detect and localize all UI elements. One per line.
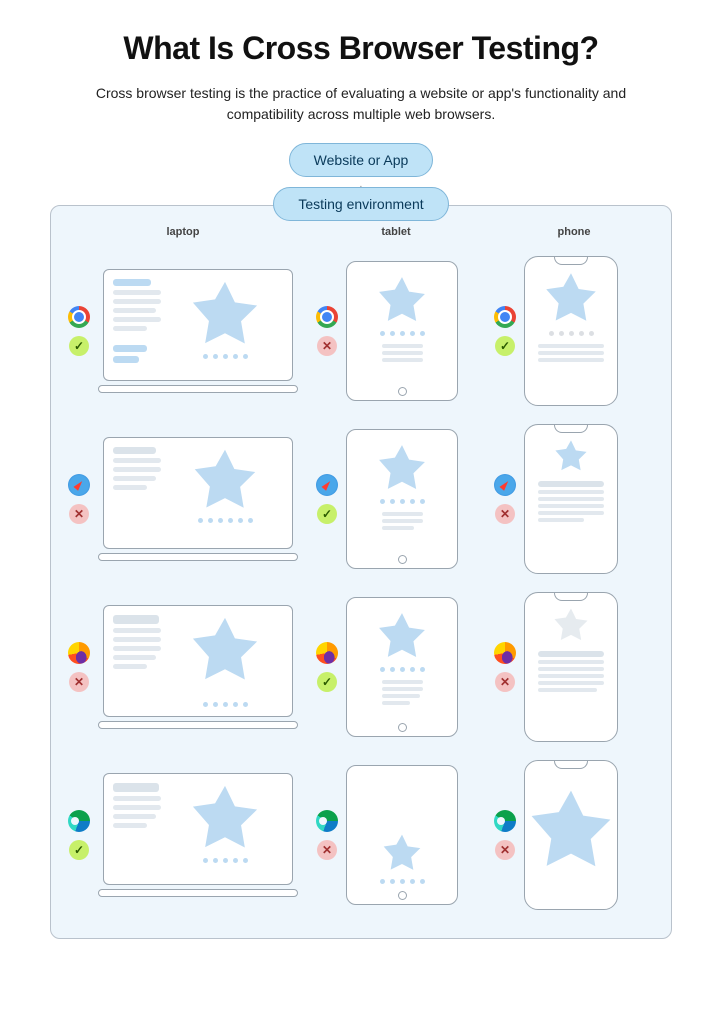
phone-mockup: [524, 424, 654, 574]
status-pass-icon: ✓: [69, 336, 89, 356]
firefox-icon: [68, 642, 90, 664]
safari-icon: [316, 474, 338, 496]
laptop-mockup: [98, 605, 298, 729]
col-head-laptop: laptop: [68, 226, 298, 238]
cell-edge-laptop: ✓: [68, 760, 298, 910]
source-pill: Website or App: [289, 143, 434, 177]
status-fail-icon: ✕: [317, 336, 337, 356]
cell-chrome-laptop: ✓: [68, 256, 298, 406]
safari-icon: [494, 474, 516, 496]
status-pass-icon: ✓: [495, 336, 515, 356]
laptop-mockup: [98, 773, 298, 897]
cell-chrome-tablet: ✕: [316, 256, 476, 406]
edge-icon: [68, 810, 90, 832]
cell-edge-tablet: ✕: [316, 760, 476, 910]
status-fail-icon: ✕: [495, 672, 515, 692]
tablet-mockup: [346, 261, 476, 401]
safari-icon: [68, 474, 90, 496]
edge-icon: [316, 810, 338, 832]
firefox-icon: [316, 642, 338, 664]
chrome-icon: [316, 306, 338, 328]
status-pass-icon: ✓: [317, 672, 337, 692]
status-fail-icon: ✕: [69, 504, 89, 524]
phone-mockup: [524, 256, 654, 406]
status-fail-icon: ✕: [495, 504, 515, 524]
chrome-icon: [68, 306, 90, 328]
cell-safari-phone: ✕: [494, 424, 654, 574]
cell-firefox-laptop: ✕: [68, 592, 298, 742]
col-head-tablet: tablet: [316, 226, 476, 238]
page-subtitle: Cross browser testing is the practice of…: [91, 83, 631, 125]
chrome-icon: [494, 306, 516, 328]
page-title: What Is Cross Browser Testing?: [50, 30, 672, 67]
status-pass-icon: ✓: [69, 840, 89, 860]
cell-edge-phone: ✕: [494, 760, 654, 910]
status-fail-icon: ✕: [69, 672, 89, 692]
cell-chrome-phone: ✓: [494, 256, 654, 406]
cell-firefox-tablet: ✓: [316, 592, 476, 742]
col-head-phone: phone: [494, 226, 654, 238]
status-fail-icon: ✕: [317, 840, 337, 860]
cell-safari-laptop: ✕: [68, 424, 298, 574]
laptop-mockup: [98, 437, 298, 561]
tablet-mockup: [346, 765, 476, 905]
testing-grid-container: laptop tablet phone ✓ ✕ ✓ ✕: [50, 205, 672, 939]
status-fail-icon: ✕: [495, 840, 515, 860]
environment-pill: Testing environment: [273, 187, 448, 221]
laptop-mockup: [98, 269, 298, 393]
cell-firefox-phone: ✕: [494, 592, 654, 742]
tablet-mockup: [346, 597, 476, 737]
firefox-icon: [494, 642, 516, 664]
status-pass-icon: ✓: [317, 504, 337, 524]
phone-mockup: [524, 760, 654, 910]
tablet-mockup: [346, 429, 476, 569]
phone-mockup: [524, 592, 654, 742]
cell-safari-tablet: ✓: [316, 424, 476, 574]
edge-icon: [494, 810, 516, 832]
